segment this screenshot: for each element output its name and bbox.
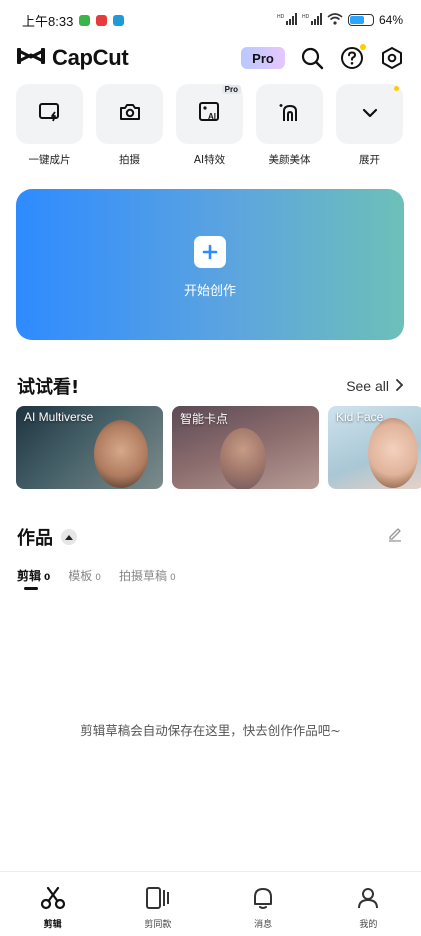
wifi-icon <box>327 12 343 28</box>
notification-app-icon <box>113 14 125 26</box>
tab-count: 0 <box>44 573 51 583</box>
tool-ai-effects[interactable]: Pro AI AI特效 <box>176 84 243 167</box>
works-title: 作品 <box>17 528 53 549</box>
battery-text: 64% <box>378 13 403 27</box>
tool-label: 拍摄 <box>119 154 140 166</box>
tool-label: 一键成片 <box>28 154 71 166</box>
beauty-icon <box>278 101 302 127</box>
svg-text:HD: HD <box>302 14 310 20</box>
tab-count: 0 <box>170 573 176 583</box>
tool-label: AI特效 <box>193 154 226 166</box>
nav-edit[interactable]: 剪辑 <box>13 886 93 930</box>
tool-box[interactable]: Pro AI <box>176 84 243 144</box>
chevron-right-icon <box>395 378 404 394</box>
nav-label: 剪辑 <box>43 920 62 930</box>
notification-dot <box>394 86 399 91</box>
feature-cards: AI Multiverse 智能卡点 Kid Face <box>16 406 421 489</box>
template-icon <box>145 886 171 913</box>
tab-label: 模板 <box>68 569 93 583</box>
tool-beauty[interactable]: 美颜美体 <box>256 84 323 167</box>
notification-dot <box>360 44 366 50</box>
nav-messages[interactable]: 消息 <box>223 886 303 930</box>
header-actions: Pro <box>241 44 405 71</box>
card-title: Kid Face <box>336 410 384 424</box>
works-header: 作品 <box>17 524 77 550</box>
capcut-logo-icon <box>16 45 46 71</box>
bottom-nav: 剪辑 剪同款 消息 我的 <box>0 871 421 936</box>
edit-icon[interactable] <box>387 526 403 546</box>
tool-box[interactable] <box>96 84 163 144</box>
help-icon[interactable] <box>339 44 366 71</box>
see-all-link[interactable]: See all <box>346 378 404 394</box>
tab-label: 剪辑 <box>17 569 42 583</box>
status-bar: 上午8:33 HD HD 64% <box>0 0 421 40</box>
tool-camera[interactable]: 拍摄 <box>96 84 163 167</box>
tool-box[interactable] <box>336 84 403 144</box>
battery-icon <box>347 14 374 26</box>
auto-cut-icon <box>38 101 62 127</box>
tab-label: 拍摄草稿 <box>119 569 168 583</box>
app-logo: CapCut <box>16 45 129 71</box>
works-tabs: 剪辑 0 模板 0 拍摄草稿 0 <box>17 567 176 590</box>
tool-box[interactable] <box>16 84 83 144</box>
nav-templates[interactable]: 剪同款 <box>118 886 198 930</box>
chevron-down-icon <box>360 105 380 124</box>
ai-effects-icon: AI <box>198 101 222 127</box>
scissors-icon <box>40 886 66 913</box>
notification-app-icon <box>79 14 91 26</box>
card-title: AI Multiverse <box>24 410 94 424</box>
tool-auto-cut[interactable]: 一键成片 <box>16 84 83 167</box>
start-create-button[interactable]: 开始创作 <box>16 189 404 340</box>
svg-text:HD: HD <box>277 14 285 20</box>
app-header: CapCut Pro <box>16 42 405 74</box>
tool-label: 展开 <box>359 154 380 166</box>
tool-label: 美颜美体 <box>268 154 311 166</box>
signal-icon: HD <box>302 12 322 28</box>
nav-label: 我的 <box>359 920 378 930</box>
card-title: 智能卡点 <box>180 412 229 426</box>
profile-icon <box>355 886 381 913</box>
quick-tools: 一键成片 拍摄 Pro AI AI特效 美颜美体 展开 <box>16 84 403 167</box>
status-right: HD HD 64% <box>277 12 403 28</box>
search-icon[interactable] <box>299 45 325 71</box>
battery-level <box>349 16 365 24</box>
camera-icon <box>118 101 142 127</box>
svg-text:AI: AI <box>208 112 216 121</box>
tool-expand[interactable]: 展开 <box>336 84 403 167</box>
card-thumbnail <box>368 418 418 488</box>
nav-label: 消息 <box>254 920 273 930</box>
card-thumbnail <box>220 428 266 489</box>
see-all-label: See all <box>346 378 389 394</box>
tab-count: 0 <box>95 573 102 583</box>
start-create-label: 开始创作 <box>183 284 236 299</box>
feature-card-kid-face[interactable]: Kid Face <box>328 406 421 489</box>
notification-app-icon <box>96 14 108 26</box>
card-thumbnail <box>94 420 148 488</box>
pro-badge: Pro <box>221 85 241 94</box>
feature-card-smart-beat[interactable]: 智能卡点 <box>172 406 319 489</box>
plus-icon <box>194 236 226 268</box>
collapse-up-icon[interactable] <box>61 529 77 545</box>
empty-state-message: 剪辑草稿会自动保存在这里，快去创作作品吧~ <box>80 723 341 738</box>
pro-button[interactable]: Pro <box>241 47 285 69</box>
feature-card-ai-multiverse[interactable]: AI Multiverse <box>16 406 163 489</box>
status-left: 上午8:33 <box>22 11 125 30</box>
status-time: 上午8:33 <box>22 13 74 29</box>
try-section-title: 试试看! <box>17 377 80 398</box>
settings-icon[interactable] <box>379 45 405 71</box>
nav-profile[interactable]: 我的 <box>328 886 408 930</box>
tool-box[interactable] <box>256 84 323 144</box>
signal-icon: HD <box>277 12 297 28</box>
nav-label: 剪同款 <box>144 920 172 930</box>
app-name: CapCut <box>52 45 129 70</box>
tab-underline <box>24 587 38 590</box>
bell-icon <box>250 886 276 913</box>
tab-capture-drafts[interactable]: 拍摄草稿 0 <box>119 567 176 584</box>
tab-edit[interactable]: 剪辑 0 <box>17 567 51 590</box>
tab-templates[interactable]: 模板 0 <box>68 567 101 584</box>
